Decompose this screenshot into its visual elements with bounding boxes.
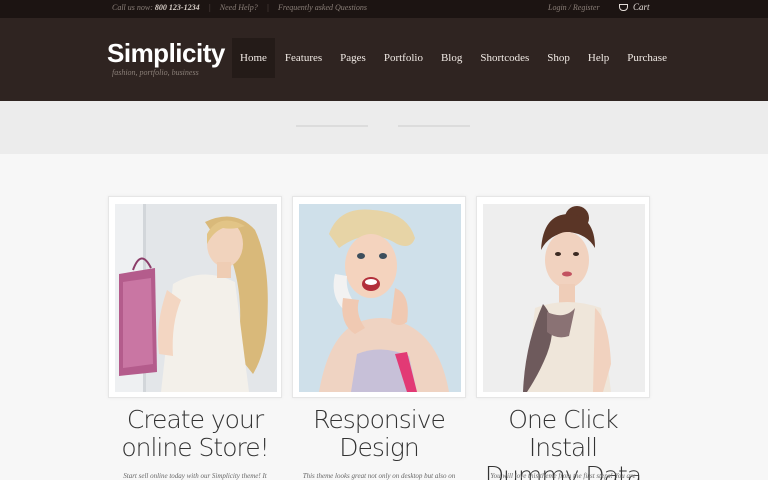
nav-item-shortcodes[interactable]: Shortcodes (472, 38, 537, 78)
basket-icon (619, 4, 628, 11)
nav-item-portfolio[interactable]: Portfolio (376, 38, 431, 78)
feature-card-install[interactable] (476, 196, 650, 398)
nav-item-blog[interactable]: Blog (433, 38, 470, 78)
nav-item-pages[interactable]: Pages (332, 38, 374, 78)
feature-title-line: Design (339, 433, 419, 462)
divider: | (208, 3, 211, 12)
feature-text: You will love this theme from the first … (490, 472, 636, 480)
feature-title-line: One Click Install (508, 405, 618, 462)
call-label: Call us now: (112, 3, 153, 12)
cart-button[interactable]: Cart (619, 2, 650, 12)
slider-indicator[interactable] (296, 125, 368, 127)
nav-item-home[interactable]: Home (232, 38, 275, 78)
nav-item-features[interactable]: Features (277, 38, 330, 78)
feature-title: Create your online Store! (108, 406, 282, 462)
nav-item-purchase[interactable]: Purchase (619, 38, 675, 78)
nav-item-help[interactable]: Help (580, 38, 617, 78)
feature-card-store[interactable] (108, 196, 282, 398)
feature-text: Start sell online today with our Simplic… (123, 472, 267, 480)
cart-label: Cart (633, 2, 650, 12)
slider-indicator[interactable] (398, 125, 470, 127)
phone-number[interactable]: 800 123-1234 (155, 3, 200, 12)
main-nav: Home Features Pages Portfolio Blog Short… (232, 38, 677, 78)
feature-title-line: online Store! (121, 433, 269, 462)
faq-link[interactable]: Frequently asked Questions (278, 3, 367, 12)
feature-photo-portrait (483, 204, 645, 392)
feature-photo-shopping (115, 204, 277, 392)
login-register-link[interactable]: Login / Register (548, 3, 600, 12)
feature-photo-phone (299, 204, 461, 392)
feature-title: One Click Install Dummy Data (476, 406, 650, 480)
site-logo[interactable]: Simplicity (107, 38, 225, 69)
top-bar: Call us now: 800 123-1234 | Need Help? |… (0, 0, 768, 18)
feature-title-line: Create your (126, 405, 264, 434)
nav-item-shop[interactable]: Shop (539, 38, 578, 78)
top-bar-left: Call us now: 800 123-1234 | Need Help? |… (112, 3, 367, 12)
slider-band (0, 101, 768, 154)
help-link[interactable]: Need Help? (220, 3, 258, 12)
feature-title-line: Responsive (313, 405, 446, 434)
feature-title: Responsive Design (292, 406, 466, 462)
divider: | (266, 3, 269, 12)
site-header: Simplicity fashion, portfolio, business … (0, 18, 768, 101)
features-section: Create your online Store! Start sell onl… (0, 154, 768, 480)
feature-card-responsive[interactable] (292, 196, 466, 398)
feature-text: This theme looks great not only on deskt… (302, 472, 456, 480)
site-tagline: fashion, portfolio, business (112, 68, 199, 77)
